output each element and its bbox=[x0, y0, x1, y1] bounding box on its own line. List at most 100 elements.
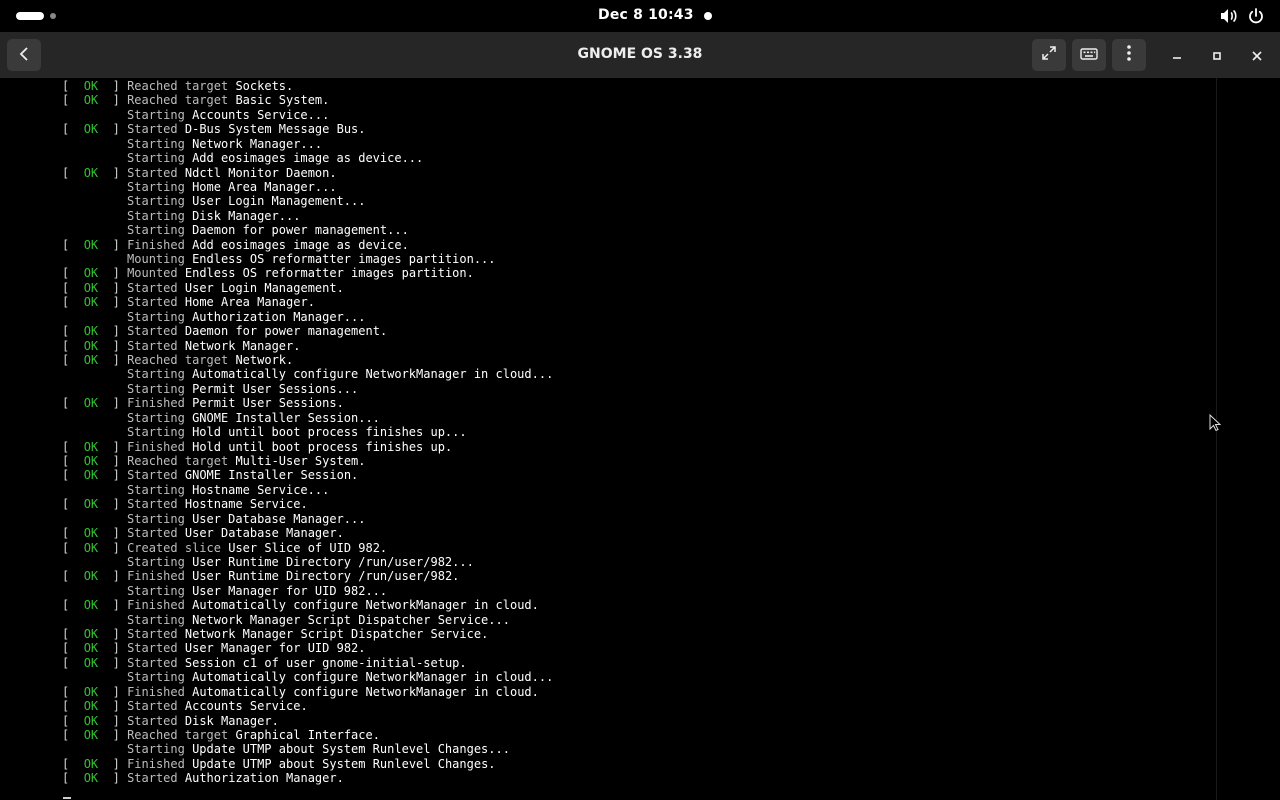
log-target: Add eosimages image as device... bbox=[192, 151, 424, 166]
status-bracket-open: [ bbox=[62, 526, 84, 541]
status-bracket-close: ] bbox=[98, 526, 120, 541]
log-line: Starting User Runtime Directory /run/use… bbox=[62, 555, 553, 569]
log-verb: Started bbox=[127, 295, 178, 310]
log-target: User Slice of UID 982. bbox=[228, 540, 388, 555]
status-bracket-open: [ bbox=[62, 165, 84, 180]
log-indent bbox=[62, 584, 120, 598]
log-target: Update UTMP about System Runlevel Change… bbox=[192, 756, 496, 771]
log-line: [ OK ] Started Home Area Manager. bbox=[62, 295, 553, 309]
volume-icon[interactable] bbox=[1220, 8, 1238, 24]
log-verb: Starting bbox=[127, 410, 185, 425]
status-ok: OK bbox=[83, 122, 99, 137]
log-indent bbox=[62, 223, 120, 237]
status-ok: OK bbox=[83, 324, 99, 339]
status-ok: OK bbox=[83, 540, 99, 555]
log-line: Starting Hold until boot process finishe… bbox=[62, 425, 553, 439]
status-ok: OK bbox=[83, 771, 99, 786]
log-target: Hold until boot process finishes up... bbox=[192, 425, 467, 440]
status-bracket-open: [ bbox=[62, 540, 84, 555]
status-bracket-open: [ bbox=[62, 497, 84, 512]
status-bracket-close: ] bbox=[98, 727, 120, 742]
log-verb: Mounting bbox=[127, 252, 185, 267]
log-verb: Started bbox=[127, 497, 178, 512]
boot-log: [ OK ] Reached target Sockets.[ OK ] Rea… bbox=[62, 79, 553, 786]
log-target: User Manager for UID 982... bbox=[192, 583, 388, 598]
minimize-icon bbox=[1172, 46, 1182, 65]
log-verb: Started bbox=[127, 324, 178, 339]
status-bracket-close: ] bbox=[98, 453, 120, 468]
log-verb: Reached target bbox=[127, 727, 229, 742]
status-bracket-open: [ bbox=[62, 727, 84, 742]
log-line: [ OK ] Started D-Bus System Message Bus. bbox=[62, 122, 553, 136]
status-ok: OK bbox=[83, 598, 99, 613]
log-indent bbox=[62, 137, 120, 151]
log-verb: Started bbox=[127, 771, 178, 786]
log-target: Automatically configure NetworkManager i… bbox=[192, 684, 539, 699]
log-target: Hostname Service... bbox=[192, 482, 330, 497]
notification-dot-icon bbox=[704, 12, 712, 20]
log-target: Daemon for power management... bbox=[192, 223, 409, 238]
log-line: Starting Home Area Manager... bbox=[62, 180, 553, 194]
status-bracket-close: ] bbox=[98, 540, 120, 555]
status-bracket-open: [ bbox=[62, 266, 84, 281]
log-indent bbox=[62, 512, 120, 526]
minimize-button[interactable] bbox=[1167, 45, 1187, 65]
log-indent bbox=[62, 194, 120, 208]
system-status-area[interactable] bbox=[1220, 8, 1264, 24]
log-target: User Database Manager... bbox=[192, 511, 366, 526]
status-bracket-close: ] bbox=[98, 353, 120, 368]
log-verb: Finished bbox=[127, 396, 185, 411]
log-indent bbox=[62, 483, 120, 497]
log-target: Session c1 of user gnome-initial-setup. bbox=[184, 655, 467, 670]
log-target: Network Manager Script Dispatcher Servic… bbox=[184, 627, 489, 642]
top-bar: Dec 8 10:43 bbox=[0, 0, 1280, 32]
workspace-dot bbox=[50, 13, 56, 19]
log-line: [ OK ] Started Disk Manager. bbox=[62, 714, 553, 728]
log-target: Automatically configure NetworkManager i… bbox=[192, 670, 554, 685]
log-target: User Login Management. bbox=[184, 280, 344, 295]
activities-indicator[interactable] bbox=[16, 12, 56, 20]
status-bracket-close: ] bbox=[98, 655, 120, 670]
status-bracket-close: ] bbox=[98, 497, 120, 512]
log-verb: Starting bbox=[127, 309, 185, 324]
status-bracket-close: ] bbox=[98, 569, 120, 584]
log-verb: Starting bbox=[127, 136, 185, 151]
log-target: Authorization Manager... bbox=[192, 309, 366, 324]
clock[interactable]: Dec 8 10:43 bbox=[598, 7, 694, 23]
maximize-button[interactable] bbox=[1207, 45, 1227, 65]
log-line: Starting Network Manager... bbox=[62, 137, 553, 151]
status-bracket-close: ] bbox=[98, 468, 120, 483]
power-icon[interactable] bbox=[1248, 8, 1264, 24]
status-ok: OK bbox=[83, 93, 99, 108]
fullscreen-button[interactable] bbox=[1032, 39, 1066, 71]
log-target: D-Bus System Message Bus. bbox=[184, 122, 366, 137]
log-verb: Starting bbox=[127, 670, 185, 685]
mouse-pointer-icon bbox=[1209, 413, 1222, 436]
log-indent bbox=[62, 411, 120, 425]
log-line: [ OK ] Finished Permit User Sessions. bbox=[62, 396, 553, 410]
status-ok: OK bbox=[83, 165, 99, 180]
status-bracket-open: [ bbox=[62, 93, 84, 108]
log-target: Authorization Manager. bbox=[184, 771, 344, 786]
status-ok: OK bbox=[83, 641, 99, 656]
log-verb: Started bbox=[127, 526, 178, 541]
log-line: [ OK ] Reached target Graphical Interfac… bbox=[62, 728, 553, 742]
log-verb: Started bbox=[127, 699, 178, 714]
keyboard-button[interactable] bbox=[1072, 39, 1106, 71]
log-line: Starting Hostname Service... bbox=[62, 483, 553, 497]
status-ok: OK bbox=[83, 396, 99, 411]
log-target: Hostname Service. bbox=[184, 497, 308, 512]
log-line: [ OK ] Reached target Network. bbox=[62, 353, 553, 367]
menu-button[interactable] bbox=[1112, 39, 1146, 71]
log-verb: Starting bbox=[127, 367, 185, 382]
log-target: Network Manager... bbox=[192, 136, 323, 151]
status-ok: OK bbox=[83, 655, 99, 670]
close-button[interactable] bbox=[1247, 45, 1267, 65]
log-verb: Starting bbox=[127, 742, 185, 757]
scrollbar-track[interactable] bbox=[1216, 78, 1217, 800]
log-target: Basic System. bbox=[235, 93, 330, 108]
log-target: User Manager for UID 982. bbox=[184, 641, 366, 656]
log-target: Endless OS reformatter images partition. bbox=[184, 266, 474, 281]
status-ok: OK bbox=[83, 756, 99, 771]
log-verb: Reached target bbox=[127, 353, 229, 368]
